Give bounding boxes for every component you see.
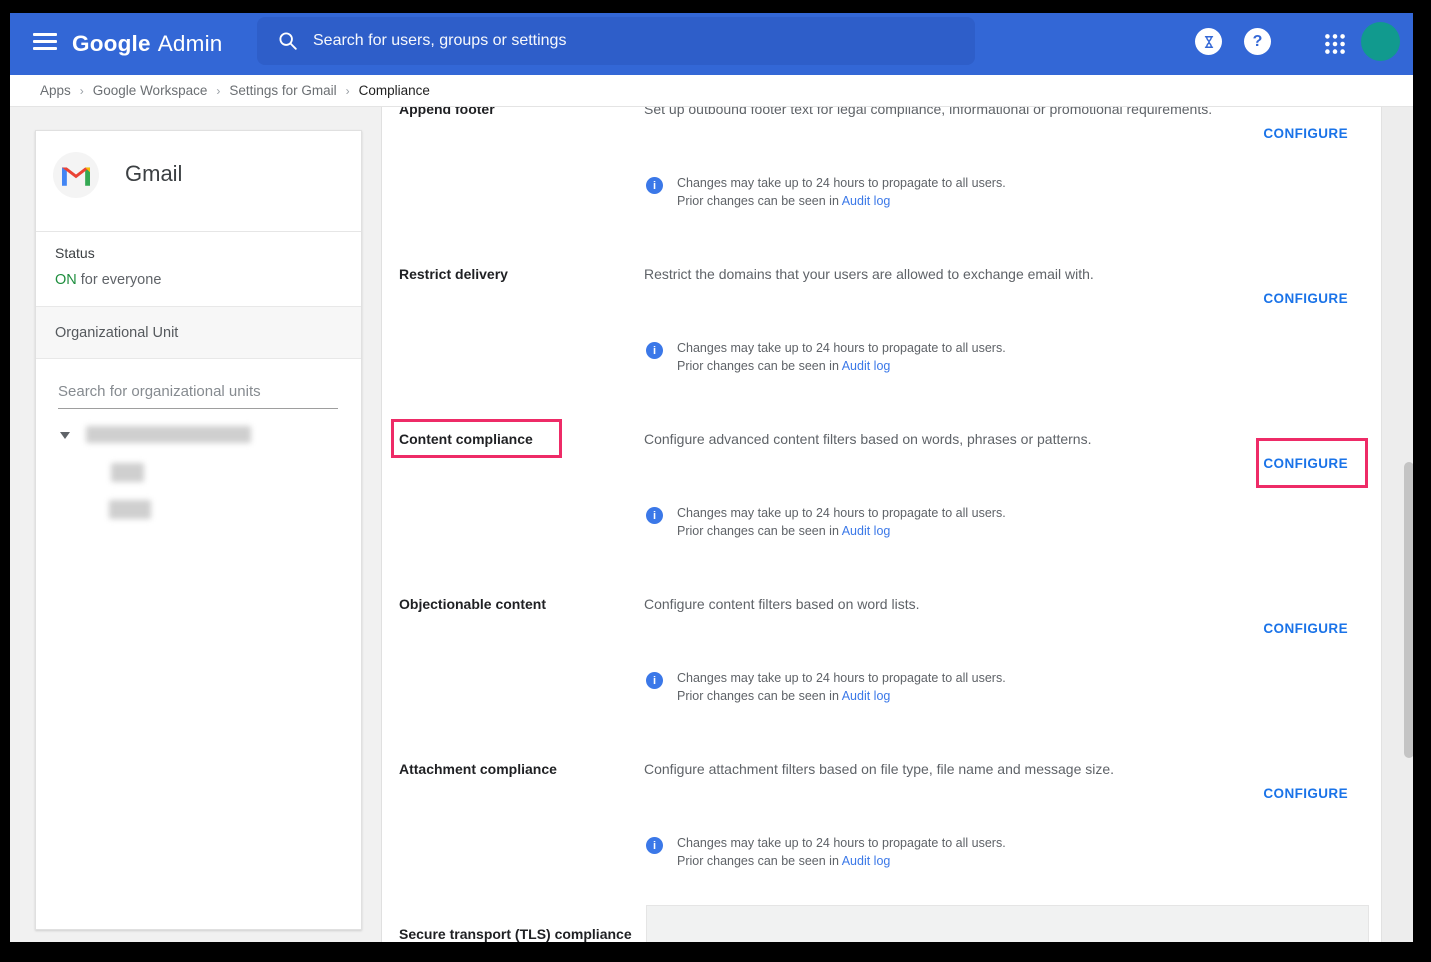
brand-admin: Admin <box>158 31 223 57</box>
scrollbar-thumb[interactable] <box>1404 462 1413 758</box>
info-text: Changes may take up to 24 hours to propa… <box>677 175 1006 210</box>
search-input[interactable] <box>313 32 975 50</box>
ou-tree-expand-icon[interactable] <box>60 432 70 439</box>
admin-console-window: Google Admin ? Apps <box>10 13 1413 942</box>
setting-label: Append footer <box>399 107 634 119</box>
settings-panel: Append footer Set up outbound footer tex… <box>381 107 1381 942</box>
propagation-info-note: i Changes may take up to 24 hours to pro… <box>646 670 1006 705</box>
ou-search-input[interactable] <box>58 379 338 408</box>
info-line2: Prior changes can be seen in <box>677 854 842 868</box>
organizational-unit-label: Organizational Unit <box>55 325 178 341</box>
configure-button[interactable]: CONFIGURE <box>1263 291 1348 306</box>
setting-description: Set up outbound footer text for legal co… <box>644 107 1264 119</box>
setting-row: Append footer Set up outbound footer tex… <box>382 107 1381 264</box>
status-on: ON <box>55 272 77 288</box>
setting-row: Attachment compliance Configure attachme… <box>382 759 1381 924</box>
info-icon: i <box>646 177 663 194</box>
app-title: Google Admin <box>72 13 222 75</box>
audit-log-link[interactable]: Audit log <box>842 359 891 373</box>
status-rest: for everyone <box>77 272 162 288</box>
breadcrumb-settings-for-gmail[interactable]: Settings for Gmail <box>229 83 336 98</box>
propagation-info-note: i Changes may take up to 24 hours to pro… <box>646 340 1006 375</box>
info-line2: Prior changes can be seen in <box>677 524 842 538</box>
menu-icon[interactable] <box>33 33 57 55</box>
ou-child-item-redacted[interactable] <box>109 500 151 519</box>
help-icon[interactable]: ? <box>1244 28 1271 55</box>
service-name: Gmail <box>125 161 182 187</box>
breadcrumb: Apps › Google Workspace › Settings for G… <box>10 75 1413 107</box>
breadcrumb-google-workspace[interactable]: Google Workspace <box>93 83 208 98</box>
setting-label: Restrict delivery <box>399 264 634 284</box>
trial-hourglass-icon[interactable] <box>1195 28 1222 55</box>
info-text: Changes may take up to 24 hours to propa… <box>677 670 1006 705</box>
divider <box>36 231 361 232</box>
audit-log-link[interactable]: Audit log <box>842 194 891 208</box>
setting-row: Objectionable content Configure content … <box>382 594 1381 759</box>
info-line1: Changes may take up to 24 hours to propa… <box>677 341 1006 355</box>
setting-label: Attachment compliance <box>399 759 634 779</box>
setting-label: Secure transport (TLS) compliance <box>399 924 634 942</box>
info-icon: i <box>646 837 663 854</box>
configure-button[interactable]: CONFIGURE <box>1263 126 1348 141</box>
setting-row: Restrict delivery Restrict the domains t… <box>382 264 1381 429</box>
info-line1: Changes may take up to 24 hours to propa… <box>677 176 1006 190</box>
breadcrumb-separator: › <box>80 84 84 98</box>
propagation-info-note: i Changes may take up to 24 hours to pro… <box>646 175 1006 210</box>
info-line1: Changes may take up to 24 hours to propa… <box>677 836 1006 850</box>
apps-grid-icon[interactable] <box>1322 31 1348 57</box>
info-icon: i <box>646 507 663 524</box>
info-text: Changes may take up to 24 hours to propa… <box>677 835 1006 870</box>
setting-description: Configure content filters based on word … <box>644 594 1264 614</box>
ou-child-item-redacted[interactable] <box>111 463 144 482</box>
global-search[interactable] <box>257 17 975 65</box>
gmail-header: Gmail <box>36 131 361 231</box>
setting-description: Configure advanced content filters based… <box>644 429 1264 449</box>
next-section-placeholder <box>646 905 1369 942</box>
breadcrumb-separator: › <box>346 84 350 98</box>
setting-row: Secure transport (TLS) compliance i Chan… <box>382 924 1381 942</box>
info-line1: Changes may take up to 24 hours to propa… <box>677 671 1006 685</box>
propagation-info-note: i Changes may take up to 24 hours to pro… <box>646 835 1006 870</box>
propagation-info-note: i Changes may take up to 24 hours to pro… <box>646 505 1006 540</box>
configure-button[interactable]: CONFIGURE <box>1263 621 1348 636</box>
info-icon: i <box>646 672 663 689</box>
setting-description: Configure attachment filters based on fi… <box>644 759 1264 779</box>
account-avatar[interactable] <box>1361 22 1400 61</box>
status-value: ON for everyone <box>55 272 161 288</box>
setting-description: Restrict the domains that your users are… <box>644 264 1264 284</box>
info-icon: i <box>646 342 663 359</box>
audit-log-link[interactable]: Audit log <box>842 689 891 703</box>
organizational-unit-header: Organizational Unit <box>36 306 361 359</box>
app-bar: Google Admin ? <box>10 13 1413 75</box>
gmail-logo-icon <box>53 152 99 198</box>
scrollbar-track[interactable] <box>1381 107 1413 942</box>
ou-root-item-redacted[interactable] <box>86 426 251 443</box>
ou-search-field[interactable] <box>58 379 338 409</box>
breadcrumb-compliance: Compliance <box>359 83 430 98</box>
info-line1: Changes may take up to 24 hours to propa… <box>677 506 1006 520</box>
configure-button[interactable]: CONFIGURE <box>1263 786 1348 801</box>
info-line2: Prior changes can be seen in <box>677 359 842 373</box>
status-label: Status <box>55 245 95 261</box>
setting-label: Content compliance <box>399 429 634 449</box>
info-text: Changes may take up to 24 hours to propa… <box>677 505 1006 540</box>
setting-label: Objectionable content <box>399 594 634 614</box>
info-text: Changes may take up to 24 hours to propa… <box>677 340 1006 375</box>
brand-google: Google <box>72 31 151 57</box>
configure-button[interactable]: CONFIGURE <box>1263 456 1348 471</box>
gmail-service-card: Gmail Status ON for everyone Organizatio… <box>35 130 362 930</box>
search-icon <box>277 30 299 52</box>
audit-log-link[interactable]: Audit log <box>842 854 891 868</box>
info-line2: Prior changes can be seen in <box>677 194 842 208</box>
breadcrumb-separator: › <box>216 84 220 98</box>
breadcrumb-apps[interactable]: Apps <box>40 83 71 98</box>
info-line2: Prior changes can be seen in <box>677 689 842 703</box>
setting-row: Content compliance Configure advanced co… <box>382 429 1381 594</box>
audit-log-link[interactable]: Audit log <box>842 524 891 538</box>
